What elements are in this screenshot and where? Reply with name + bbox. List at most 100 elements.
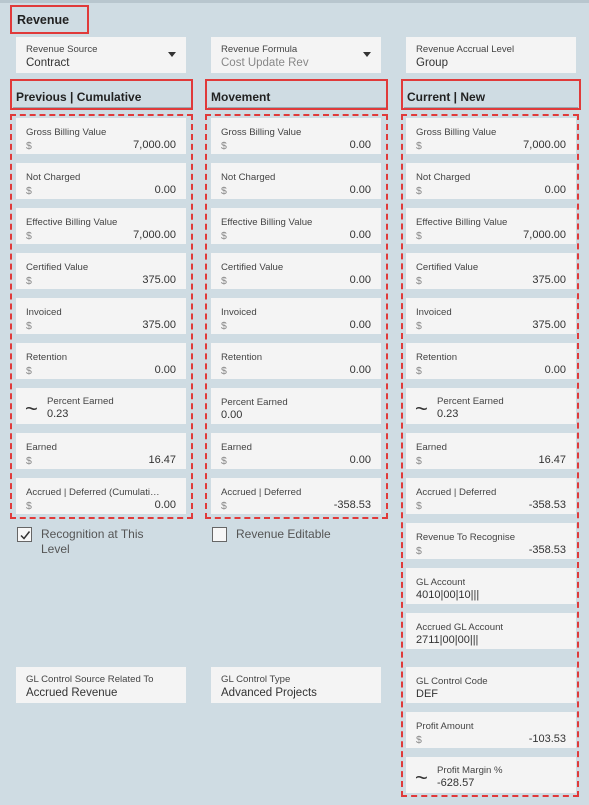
caret-down-icon xyxy=(363,52,371,57)
mov-effective-billing-value: Effective Billing Value $0.00 xyxy=(211,208,381,244)
cur-accrued-gl-account: Accrued GL Account 2711|00|00||| xyxy=(406,613,576,649)
field-label: Certified Value xyxy=(416,262,479,273)
field-label: Revenue To Recognise xyxy=(416,532,516,543)
prev-gross-billing-value: Gross Billing Value $7,000.00 xyxy=(16,118,186,154)
currency-symbol: $ xyxy=(26,275,32,287)
mov-invoiced: Invoiced $0.00 xyxy=(211,298,381,334)
cur-invoiced: Invoiced $375.00 xyxy=(406,298,576,334)
revenue-source-label: Revenue Source xyxy=(26,44,98,55)
field-value: 4010|00|10||| xyxy=(416,589,480,601)
gl-control-type-label: GL Control Type xyxy=(221,674,291,685)
field-label: Retention xyxy=(221,352,263,363)
field-label: Invoiced xyxy=(416,307,452,318)
currency-symbol: $ xyxy=(416,140,422,152)
field-value: 0.00 xyxy=(221,409,243,421)
currency-symbol: $ xyxy=(416,734,422,746)
mov-earned: Earned $0.00 xyxy=(211,433,381,469)
revenue-source-select[interactable]: Revenue Source Contract xyxy=(16,37,186,73)
field-label: Accrued | Deferred (Cumulati… xyxy=(26,487,160,498)
currency-symbol: $ xyxy=(416,275,422,287)
field-label: Effective Billing Value xyxy=(221,217,313,228)
field-value: 0.00 xyxy=(349,274,371,286)
currency-symbol: $ xyxy=(416,500,422,512)
field-value: 16.47 xyxy=(538,454,566,466)
approx-tilde-icon: ~ xyxy=(415,765,428,790)
currency-symbol: $ xyxy=(221,365,227,377)
cur-revenue-to-recognise: Revenue To Recognise $ -358.53 xyxy=(406,523,576,559)
field-value: 375.00 xyxy=(142,274,176,286)
cur-effective-billing-value: Effective Billing Value $7,000.00 xyxy=(406,208,576,244)
cur-profit-margin: ~ Profit Margin % -628.57 xyxy=(406,757,576,793)
currency-symbol: $ xyxy=(221,500,227,512)
field-value: 0.00 xyxy=(349,319,371,331)
revenue-accrual-level-label: Revenue Accrual Level xyxy=(416,44,515,55)
revenue-formula-select[interactable]: Revenue Formula Cost Update Rev xyxy=(211,37,381,73)
field-value: -628.57 xyxy=(437,777,475,789)
cur-percent-earned: ~ Percent Earned 0.23 xyxy=(406,388,576,424)
field-value: 0.00 xyxy=(349,139,371,151)
currency-symbol: $ xyxy=(221,320,227,332)
currency-symbol: $ xyxy=(26,365,32,377)
revenue-editable-checkbox[interactable] xyxy=(212,527,227,542)
revenue-editable-label[interactable]: Revenue Editable xyxy=(236,527,331,542)
gl-control-source-field: GL Control Source Related To Accrued Rev… xyxy=(16,667,186,703)
prev-earned: Earned $16.47 xyxy=(16,433,186,469)
field-label: GL Control Code xyxy=(416,676,488,687)
field-label: Retention xyxy=(26,352,68,363)
field-value: 7,000.00 xyxy=(523,229,566,241)
caret-down-icon xyxy=(168,52,176,57)
field-value: 16.47 xyxy=(148,454,176,466)
cur-accrued-deferred: Accrued | Deferred $ -358.53 xyxy=(406,478,576,514)
field-label: Accrued GL Account xyxy=(416,622,504,633)
section-title: Revenue xyxy=(17,13,70,27)
field-value: 0.00 xyxy=(349,229,371,241)
recognition-label[interactable]: Recognition at This Level xyxy=(41,527,161,557)
cur-gross-billing-value: Gross Billing Value $7,000.00 xyxy=(406,118,576,154)
currency-symbol: $ xyxy=(416,545,422,557)
field-label: Earned xyxy=(221,442,252,453)
currency-symbol: $ xyxy=(221,455,227,467)
cur-profit-amount: Profit Amount $ -103.53 xyxy=(406,712,576,748)
field-value: 7,000.00 xyxy=(523,139,566,151)
field-label: Not Charged xyxy=(221,172,276,183)
currency-symbol: $ xyxy=(26,320,32,332)
field-label: Retention xyxy=(416,352,458,363)
field-value: -358.53 xyxy=(333,499,371,511)
revenue-formula-value: Cost Update Rev xyxy=(221,57,309,69)
field-label: Gross Billing Value xyxy=(26,127,107,138)
revenue-formula-label: Revenue Formula xyxy=(221,44,298,55)
currency-symbol: $ xyxy=(221,230,227,242)
cur-certified-value: Certified Value $375.00 xyxy=(406,253,576,289)
currency-symbol: $ xyxy=(416,230,422,242)
mov-accrued-deferred: Accrued | Deferred $ -358.53 xyxy=(211,478,381,514)
currency-symbol: $ xyxy=(416,320,422,332)
field-label: GL Account xyxy=(416,577,466,588)
cur-retention: Retention $0.00 xyxy=(406,343,576,379)
field-label: Percent Earned xyxy=(437,396,504,407)
field-label: Certified Value xyxy=(26,262,89,273)
currency-symbol: $ xyxy=(416,185,422,197)
field-value: 0.00 xyxy=(544,184,566,196)
field-value: 0.23 xyxy=(437,408,459,420)
field-value: 7,000.00 xyxy=(133,139,176,151)
approx-tilde-icon: ~ xyxy=(25,396,38,421)
prev-retention: Retention $0.00 xyxy=(16,343,186,379)
revenue-accrual-level-field: Revenue Accrual Level Group xyxy=(406,37,576,73)
field-label: Not Charged xyxy=(26,172,81,183)
field-label: Percent Earned xyxy=(221,397,288,408)
field-value: 0.23 xyxy=(47,408,69,420)
field-value: 0.00 xyxy=(544,364,566,376)
mov-retention: Retention $0.00 xyxy=(211,343,381,379)
mov-percent-earned: Percent Earned 0.00 xyxy=(211,388,381,424)
field-value: 375.00 xyxy=(532,319,566,331)
field-value: -358.53 xyxy=(528,544,566,556)
current-heading-highlight xyxy=(401,79,581,110)
recognition-checkbox[interactable] xyxy=(17,527,32,542)
currency-symbol: $ xyxy=(221,275,227,287)
prev-certified-value: Certified Value $375.00 xyxy=(16,253,186,289)
currency-symbol: $ xyxy=(416,455,422,467)
approx-tilde-icon: ~ xyxy=(415,396,428,421)
gl-control-type-field: GL Control Type Advanced Projects xyxy=(211,667,381,703)
cur-earned: Earned $16.47 xyxy=(406,433,576,469)
field-value: 0.00 xyxy=(154,184,176,196)
